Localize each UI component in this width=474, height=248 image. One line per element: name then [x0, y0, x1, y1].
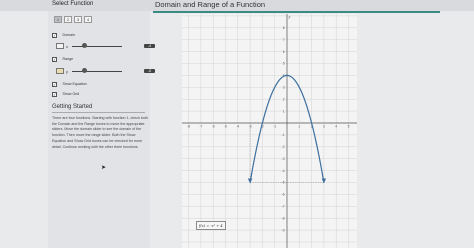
domain-value: -4 — [144, 43, 155, 49]
x-tick-label: 5 — [348, 125, 350, 129]
domain-row: ✓ Domain — [52, 33, 75, 38]
divider — [52, 112, 145, 113]
x-tick-label: 4 — [335, 125, 337, 129]
function-tab-3[interactable]: 3 — [74, 16, 82, 23]
y-tick-label: 2 — [283, 97, 285, 101]
y-tick-label: 8 — [283, 26, 285, 30]
function-tab-1[interactable]: 1 — [54, 16, 62, 23]
x-tick-label: -7 — [199, 125, 202, 129]
getting-started-title: Getting Started — [52, 104, 93, 110]
y-tick-label: -1 — [282, 133, 285, 137]
domain-slider-handle[interactable] — [82, 43, 87, 48]
x-tick-label: -5 — [224, 125, 227, 129]
function-tabs: 1 2 3 4 — [54, 16, 92, 23]
range-label: Range — [62, 57, 74, 62]
graph-panel[interactable]: -8-7-6-5-4-3-2-11234567887654321-1-2-3-4… — [182, 14, 357, 248]
title-underline — [153, 11, 440, 13]
y-tick-label: -8 — [282, 216, 285, 220]
show-equation-label: Show Equation — [62, 82, 87, 87]
function-tab-4[interactable]: 4 — [84, 16, 92, 23]
y-tick-label: 7 — [283, 38, 285, 42]
y-tick-label: -6 — [282, 193, 285, 197]
range-value: -5 — [144, 68, 155, 74]
x-tick-label: 3 — [323, 125, 325, 129]
x-tick-label: 1 — [298, 125, 300, 129]
y-tick-label: -4 — [282, 169, 285, 173]
domain-checkbox[interactable]: ✓ — [52, 33, 57, 38]
mouse-cursor-icon: ➤ — [101, 165, 107, 171]
x-tick-label: -4 — [236, 125, 239, 129]
show-grid-label: Show Grid — [62, 92, 80, 97]
equation-label: f(x) = -x² + 4 — [196, 221, 226, 230]
show-equation-row: ✓ Show Equation — [52, 82, 87, 87]
range-row: ✓ Range — [52, 57, 73, 62]
getting-started-text: There are four functions. Starting with … — [52, 116, 148, 149]
domain-label: Domain — [62, 33, 75, 38]
sidebar-title: Select Function — [52, 1, 94, 7]
show-grid-row: ✓ Show Grid — [52, 92, 79, 97]
domain-variable: x — [66, 43, 68, 49]
y-tick-label: 3 — [283, 86, 285, 90]
domain-slider[interactable] — [72, 43, 122, 48]
page-title: Domain and Range of a Function — [155, 0, 266, 9]
function-tab-2[interactable]: 2 — [64, 16, 72, 23]
y-tick-label: -9 — [282, 228, 285, 232]
x-axis-icon — [56, 43, 64, 49]
y-tick-label: -3 — [282, 157, 285, 161]
range-slider-row: y -5 — [56, 68, 155, 74]
range-slider-handle[interactable] — [82, 68, 87, 73]
sidebar: 1 2 3 4 ✓ Domain x -4 ✓ Range y -5 ✓ Sho… — [48, 11, 155, 248]
y-tick-label: -7 — [282, 205, 285, 209]
range-checkbox[interactable]: ✓ — [52, 57, 57, 62]
show-equation-checkbox[interactable]: ✓ — [52, 82, 57, 87]
graph-background — [182, 14, 357, 248]
y-tick-label: 5 — [283, 62, 285, 66]
y-tick-label: 1 — [283, 109, 285, 113]
range-slider[interactable] — [72, 68, 122, 73]
domain-slider-row: x -4 — [56, 43, 155, 49]
show-grid-checkbox[interactable]: ✓ — [52, 92, 57, 97]
y-tick-label: 6 — [283, 50, 285, 54]
y-axis-icon — [56, 68, 64, 74]
y-tick-label: -2 — [282, 145, 285, 149]
range-variable: y — [66, 68, 68, 74]
x-tick-label: -8 — [187, 125, 190, 129]
x-tick-label: -6 — [212, 125, 215, 129]
x-tick-label: -1 — [273, 125, 276, 129]
y-axis-label: y — [288, 14, 291, 19]
